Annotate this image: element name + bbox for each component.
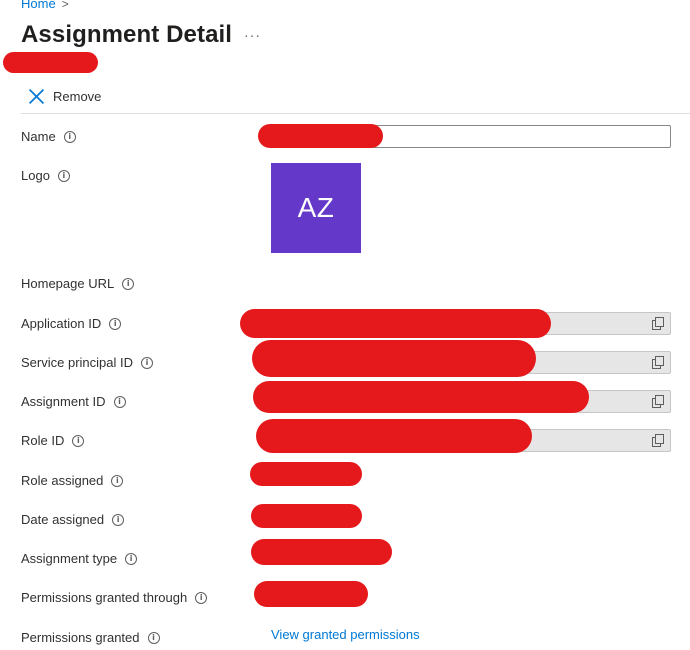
breadcrumb-separator: > [61, 0, 69, 11]
close-icon [28, 88, 45, 104]
service-principal-id-label: Service principal ID i [21, 355, 153, 370]
redacted-subtitle [3, 52, 98, 73]
homepage-url-label: Homepage URL i [21, 276, 135, 291]
redacted-assignment-id [253, 381, 589, 413]
assignment-id-label: Assignment ID i [21, 394, 126, 409]
info-icon[interactable]: i [57, 169, 70, 182]
redacted-name [258, 124, 383, 148]
redacted-permissions-granted-through [254, 581, 368, 607]
view-granted-permissions-link[interactable]: View granted permissions [271, 627, 420, 642]
date-assigned-label-text: Date assigned [21, 512, 105, 527]
info-icon[interactable]: i [113, 395, 126, 408]
application-id-label-text: Application ID [21, 316, 102, 331]
role-id-label-text: Role ID [21, 433, 65, 448]
redacted-role-assigned [250, 462, 362, 486]
role-assigned-label-text: Role assigned [21, 473, 104, 488]
permissions-granted-through-label-text: Permissions granted through [21, 590, 188, 605]
info-icon[interactable]: i [147, 631, 160, 644]
redacted-date-assigned [251, 504, 362, 528]
redacted-service-principal-id [252, 340, 536, 377]
info-icon[interactable]: i [109, 317, 122, 330]
role-id-label: Role ID i [21, 433, 85, 448]
info-icon[interactable]: i [195, 591, 208, 604]
toolbar-divider [21, 113, 690, 114]
homepage-url-label-text: Homepage URL [21, 276, 115, 291]
more-options-button[interactable]: ··· [244, 27, 261, 43]
remove-button-label: Remove [53, 88, 102, 104]
service-principal-id-label-text: Service principal ID [21, 355, 133, 370]
info-icon[interactable]: i [122, 277, 135, 290]
permissions-granted-label: Permissions granted i [21, 630, 160, 645]
redacted-application-id [240, 309, 551, 338]
app-logo: AZ [271, 163, 361, 253]
info-icon[interactable]: i [72, 434, 85, 447]
info-icon[interactable]: i [141, 356, 153, 369]
info-icon[interactable]: i [125, 552, 138, 565]
permissions-granted-label-text: Permissions granted [21, 630, 140, 645]
redacted-role-id [256, 419, 532, 453]
copy-icon[interactable] [652, 317, 664, 330]
assignment-type-label-text: Assignment type [21, 551, 118, 566]
info-icon[interactable]: i [111, 474, 124, 487]
copy-icon[interactable] [652, 395, 664, 408]
assignment-id-label-text: Assignment ID [21, 394, 106, 409]
redacted-assignment-type [251, 539, 392, 565]
breadcrumb: Home > [21, 0, 69, 11]
info-icon[interactable]: i [63, 130, 76, 143]
remove-button[interactable]: Remove [28, 86, 101, 106]
permissions-granted-through-label: Permissions granted through i [21, 590, 208, 605]
application-id-label: Application ID i [21, 316, 122, 331]
name-label-text: Name [21, 129, 56, 144]
copy-icon[interactable] [652, 356, 664, 369]
info-icon[interactable]: i [112, 513, 125, 526]
logo-label: Logo i [21, 168, 70, 183]
breadcrumb-home-link[interactable]: Home [21, 0, 56, 11]
role-assigned-label: Role assigned i [21, 473, 124, 488]
name-label: Name i [21, 129, 76, 144]
copy-icon[interactable] [652, 434, 664, 447]
logo-label-text: Logo [21, 168, 50, 183]
date-assigned-label: Date assigned i [21, 512, 125, 527]
assignment-type-label: Assignment type i [21, 551, 138, 566]
page-title: Assignment Detail [21, 21, 233, 48]
